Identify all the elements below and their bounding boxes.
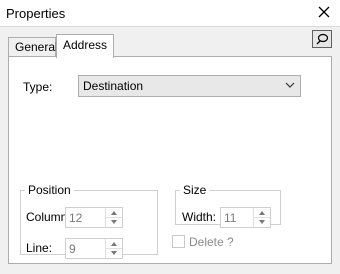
size-legend: Size bbox=[183, 183, 207, 197]
column-spin-buttons bbox=[105, 208, 122, 227]
caret-up-icon bbox=[111, 241, 117, 246]
width-label: Width: bbox=[182, 210, 217, 224]
address-panel: Type: Destination Position Column: 12 Li… bbox=[8, 56, 332, 264]
width-spin-buttons bbox=[253, 208, 270, 227]
line-value: 9 bbox=[69, 242, 76, 256]
tab-address[interactable]: Address bbox=[56, 34, 114, 58]
column-label: Column: bbox=[26, 210, 71, 224]
position-group: Position Column: 12 Line: 9 bbox=[20, 183, 158, 259]
type-select-value: Destination bbox=[83, 79, 144, 93]
window-title: Properties bbox=[6, 6, 66, 21]
width-value: 11 bbox=[224, 211, 237, 225]
width-spin-down[interactable] bbox=[254, 217, 270, 226]
delete-label: Delete ? bbox=[189, 235, 234, 249]
column-value: 12 bbox=[69, 211, 83, 225]
line-label: Line: bbox=[26, 241, 53, 255]
title-bar: Properties bbox=[0, 0, 340, 27]
tab-general[interactable]: General bbox=[8, 37, 58, 56]
caret-down-icon bbox=[111, 219, 117, 224]
close-button[interactable] bbox=[314, 2, 334, 22]
pin-button[interactable] bbox=[312, 30, 332, 48]
line-spin-down[interactable] bbox=[106, 248, 122, 257]
size-group: Size Width: 11 bbox=[175, 183, 281, 228]
caret-up-icon bbox=[111, 210, 117, 215]
delete-checkbox[interactable] bbox=[172, 235, 185, 248]
column-spin-down[interactable] bbox=[106, 217, 122, 226]
caret-down-icon bbox=[111, 250, 117, 255]
position-legend: Position bbox=[28, 183, 71, 197]
column-spinner[interactable]: 12 bbox=[65, 207, 123, 228]
type-label: Type: bbox=[23, 80, 53, 94]
line-spin-buttons bbox=[105, 239, 122, 258]
width-spinner[interactable]: 11 bbox=[220, 207, 271, 228]
caret-up-icon bbox=[259, 210, 265, 215]
pin-icon bbox=[316, 33, 329, 45]
close-icon bbox=[318, 6, 330, 18]
type-select[interactable]: Destination bbox=[78, 75, 301, 97]
caret-down-icon bbox=[259, 219, 265, 224]
line-spinner[interactable]: 9 bbox=[65, 238, 123, 259]
chevron-down-icon bbox=[285, 82, 295, 88]
